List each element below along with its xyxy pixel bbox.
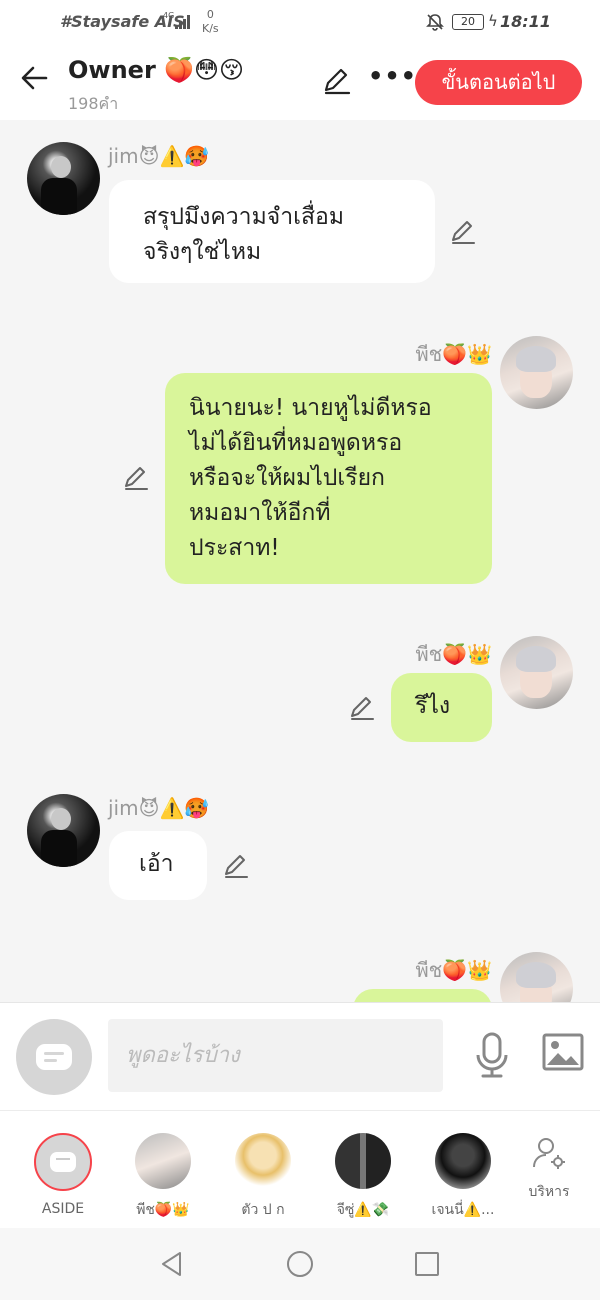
avatar-peach[interactable] [500, 636, 573, 709]
battery-indicator: 20 [452, 14, 484, 30]
more-options-icon[interactable]: ••• [368, 62, 417, 90]
back-arrow-icon[interactable] [18, 62, 50, 94]
message-line: นินายนะ! นายหูไม่ดีหรอ [189, 395, 432, 421]
sender-name: พีช🍑👑 [415, 958, 492, 982]
next-step-button[interactable]: ขั้นตอนต่อไป [415, 60, 582, 105]
chat-header: Owner 🍑😳😚 198คำ ••• ขั้นตอนต่อไป [0, 44, 600, 120]
edit-message-icon[interactable] [449, 218, 477, 246]
clock: 18:11 [500, 12, 551, 31]
character-jennie[interactable]: เจนนี่⚠️... [418, 1133, 508, 1221]
nav-back-icon[interactable] [158, 1250, 186, 1278]
chat-bubble-icon [50, 1152, 76, 1172]
sender-name: พีช🍑👑 [415, 342, 492, 366]
image-icon[interactable] [542, 1033, 584, 1071]
sender-name: jim😈⚠️🥵 [108, 796, 210, 820]
message-bubble[interactable]: เอ้า [109, 831, 207, 900]
message-line: จริงๆใช่ไหม [143, 239, 262, 265]
signal-icon: 4G [163, 11, 191, 29]
story-title: Owner 🍑😳😚 [68, 56, 245, 84]
status-bar: #Staysafe AIS 4G 0 K/s 20 ϟ 18:11 [0, 0, 600, 44]
speed-value: 0 [206, 8, 214, 21]
message-line: หรือจะให้ผมไปเรียก [189, 465, 385, 491]
aside-toggle-button[interactable] [16, 1019, 92, 1095]
network-speed: 0 K/s [202, 8, 219, 36]
network-type: 4G [163, 11, 175, 20]
mute-bell-icon [426, 14, 444, 31]
speed-unit: K/s [202, 22, 219, 35]
nav-recents-icon[interactable] [413, 1250, 441, 1278]
character-aside[interactable]: ASIDE [18, 1133, 108, 1217]
message-bubble[interactable] [353, 989, 492, 1002]
edit-message-icon[interactable] [222, 852, 250, 880]
message-input[interactable] [108, 1019, 443, 1092]
edit-message-icon[interactable] [122, 464, 150, 492]
character-avatar [435, 1133, 491, 1189]
nav-home-icon[interactable] [286, 1250, 314, 1278]
character-bar: ASIDE พีช🍑👑 ตัว ป ก จีซู่⚠️💸 เจนนี่⚠️...… [0, 1110, 600, 1228]
character-avatar [235, 1133, 291, 1189]
character-label: จีซู่⚠️💸 [336, 1202, 390, 1218]
character-jisoo[interactable]: จีซู่⚠️💸 [318, 1133, 408, 1221]
charging-icon: ϟ [488, 12, 498, 30]
message-bubble[interactable]: สรุปมึงความจำเสื่อม จริงๆใช่ไหม [109, 180, 435, 283]
message-line: หมอมาให้อีกที่ [189, 500, 331, 526]
message-line: สรุปมึงความจำเสื่อม [143, 204, 345, 230]
message-line: ประสาท! [189, 535, 280, 561]
character-avatar [135, 1133, 191, 1189]
message-line: เอ้า [139, 851, 174, 877]
manage-label: บริหาร [528, 1184, 570, 1200]
message-line: รึไง [415, 693, 451, 719]
aside-avatar [34, 1133, 92, 1191]
message-bubble[interactable]: นินายนะ! นายหูไม่ดีหรอ ไม่ได้ยินที่หมอพู… [165, 373, 492, 584]
avatar-jim[interactable] [27, 794, 100, 867]
character-label: เจนนี่⚠️... [431, 1202, 495, 1218]
chat-area[interactable]: jim😈⚠️🥵 สรุปมึงความจำเสื่อม จริงๆใช่ไหม … [0, 120, 600, 1002]
word-count: 198คำ [68, 94, 119, 113]
chat-bubble-icon [36, 1044, 72, 1070]
sender-name: พีช🍑👑 [415, 642, 492, 666]
microphone-icon[interactable] [474, 1031, 510, 1079]
sender-name: jim😈⚠️🥵 [108, 144, 210, 168]
system-nav-bar [0, 1228, 600, 1300]
message-line: ไม่ได้ยินที่หมอพูดหรอ [189, 430, 403, 456]
manage-characters-button[interactable]: บริหาร [524, 1135, 574, 1203]
avatar-peach[interactable] [500, 336, 573, 409]
message-bubble[interactable]: รึไง [391, 673, 492, 742]
character-avatar [335, 1133, 391, 1189]
character-peach[interactable]: พีช🍑👑 [118, 1133, 208, 1221]
character-label: ตัว ป ก [241, 1202, 285, 1218]
avatar-jim[interactable] [27, 142, 100, 215]
user-settings-icon [533, 1138, 565, 1169]
character-cover[interactable]: ตัว ป ก [218, 1133, 308, 1221]
input-bar [0, 1002, 600, 1110]
avatar-peach[interactable] [500, 952, 573, 1002]
character-label: พีช🍑👑 [136, 1202, 190, 1218]
edit-message-icon[interactable] [348, 694, 376, 722]
character-label: ASIDE [41, 1201, 85, 1217]
edit-pencil-icon[interactable] [322, 66, 352, 96]
